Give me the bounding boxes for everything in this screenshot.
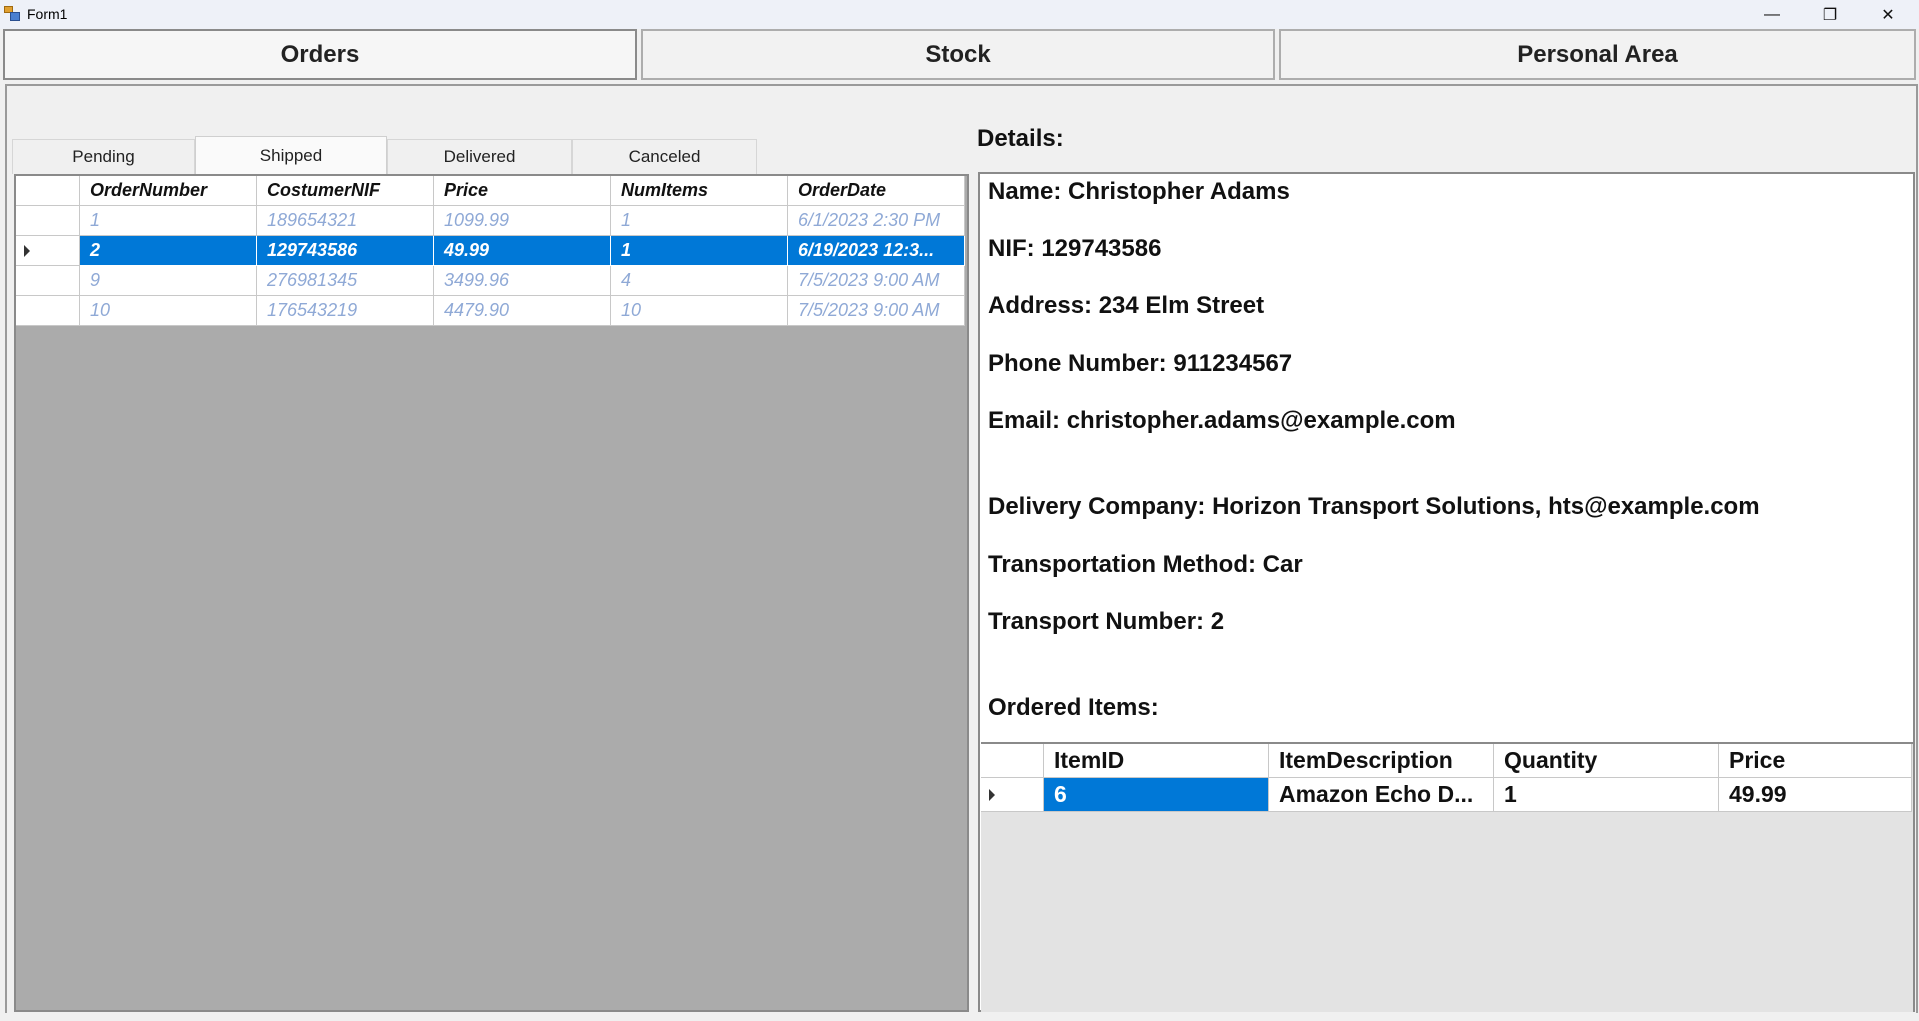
cell-price[interactable]: 49.99 [1719,778,1912,812]
tab-pending[interactable]: Pending [12,139,195,174]
cell-costumernif[interactable]: 129743586 [257,236,434,266]
table-row[interactable]: 2 129743586 49.99 1 6/19/2023 12:3... [16,236,967,266]
items-grid[interactable]: ItemID ItemDescription Quantity Price 6 Amazo… [981,742,1913,1012]
row-pointer-icon [24,245,30,257]
column-header-itemid[interactable]: ItemID [1044,744,1269,778]
status-strip [0,1013,1919,1021]
delivery-company: Delivery Company: Horizon Transport Solu… [988,493,1760,520]
transportation-method: Transportation Method: Car [988,551,1303,578]
details-panel: Name: Christopher Adams NIF: 129743586 A… [978,172,1915,1012]
cell-ordernumber[interactable]: 9 [80,266,257,296]
column-header-orderdate[interactable]: OrderDate [788,176,965,206]
cell-numitems[interactable]: 1 [611,236,788,266]
row-pointer-icon [989,789,995,801]
column-header-itemdescription[interactable]: ItemDescription [1269,744,1494,778]
customer-nif: NIF: 129743586 [988,235,1162,262]
table-row[interactable]: 9 276981345 3499.96 4 7/5/2023 9:00 AM [16,266,967,296]
cell-price[interactable]: 49.99 [434,236,611,266]
customer-phone: Phone Number: 911234567 [988,350,1293,377]
customer-address: Address: 234 Elm Street [988,292,1265,319]
cell-orderdate[interactable]: 6/1/2023 2:30 PM [788,206,965,236]
cell-ordernumber[interactable]: 2 [80,236,257,266]
personal-area-button[interactable]: Personal Area [1279,29,1916,80]
column-header-numitems[interactable]: NumItems [611,176,788,206]
customer-email: Email: christopher.adams@example.com [988,407,1456,434]
orders-grid[interactable]: OrderNumber CostumerNIF Price NumItems Order… [14,174,969,1012]
cell-numitems[interactable]: 4 [611,266,788,296]
cell-numitems[interactable]: 10 [611,296,788,326]
cell-price[interactable]: 1099.99 [434,206,611,236]
cell-costumernif[interactable]: 189654321 [257,206,434,236]
cell-itemdescription[interactable]: Amazon Echo D... [1269,778,1494,812]
cell-itemid[interactable]: 6 [1044,778,1269,812]
tab-delivered[interactable]: Delivered [387,139,572,174]
orders-grid-header: OrderNumber CostumerNIF Price NumItems Order… [16,176,967,206]
cell-price[interactable]: 4479.90 [434,296,611,326]
row-header[interactable] [16,236,80,266]
items-grid-header: ItemID ItemDescription Quantity Price [981,744,1913,778]
column-header-quantity[interactable]: Quantity [1494,744,1719,778]
cell-ordernumber[interactable]: 10 [80,296,257,326]
details-label: Details: [977,125,1064,152]
customer-name: Name: Christopher Adams [988,178,1290,205]
window-title: Form1 [27,6,68,22]
cell-orderdate[interactable]: 7/5/2023 9:00 AM [788,296,965,326]
cell-numitems[interactable]: 1 [611,206,788,236]
row-header[interactable] [16,296,80,326]
table-row[interactable]: 6 Amazon Echo D... 1 49.99 [981,778,1913,812]
title-bar: Form1 — ❐ ✕ [0,0,1919,29]
orders-button[interactable]: Orders [3,29,637,80]
tab-shipped[interactable]: Shipped [195,136,387,175]
cell-costumernif[interactable]: 276981345 [257,266,434,296]
app-icon [4,6,21,22]
stock-button[interactable]: Stock [641,29,1275,80]
row-header[interactable] [981,744,1044,778]
restore-button[interactable]: ❐ [1801,0,1859,29]
row-header[interactable] [16,206,80,236]
column-header-costumernif[interactable]: CostumerNIF [257,176,434,206]
transport-number: Transport Number: 2 [988,608,1225,635]
column-header-price[interactable]: Price [1719,744,1912,778]
table-row[interactable]: 10 176543219 4479.90 10 7/5/2023 9:00 AM [16,296,967,326]
cell-ordernumber[interactable]: 1 [80,206,257,236]
cell-quantity[interactable]: 1 [1494,778,1719,812]
cell-costumernif[interactable]: 176543219 [257,296,434,326]
column-header-ordernumber[interactable]: OrderNumber [80,176,257,206]
close-button[interactable]: ✕ [1859,0,1917,29]
ordered-items-label: Ordered Items: [988,694,1159,721]
column-header-price[interactable]: Price [434,176,611,206]
row-header[interactable] [16,176,80,206]
table-row[interactable]: 1 189654321 1099.99 1 6/1/2023 2:30 PM [16,206,967,236]
minimize-button[interactable]: — [1743,0,1801,29]
row-header[interactable] [16,266,80,296]
cell-orderdate[interactable]: 6/19/2023 12:3... [788,236,965,266]
cell-price[interactable]: 3499.96 [434,266,611,296]
row-header[interactable] [981,778,1044,812]
cell-orderdate[interactable]: 7/5/2023 9:00 AM [788,266,965,296]
tab-canceled[interactable]: Canceled [572,139,757,174]
